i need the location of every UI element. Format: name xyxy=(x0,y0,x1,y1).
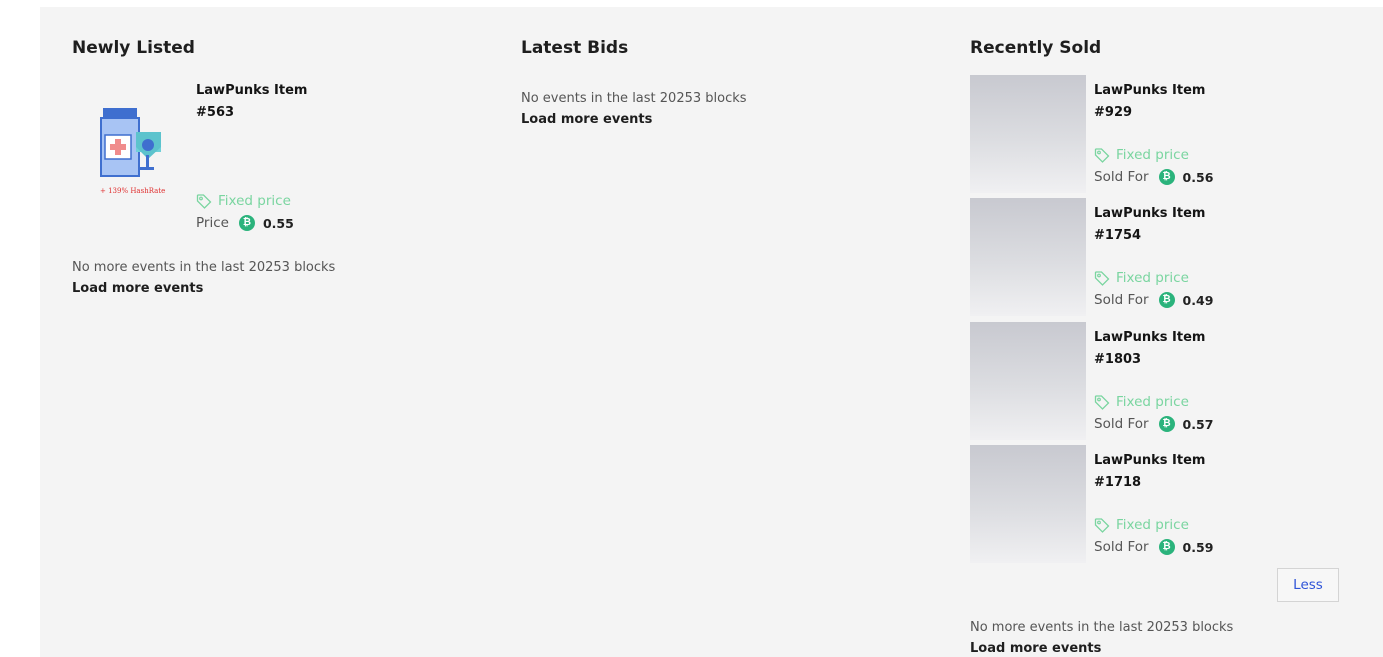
price-row: Price ₿ 0.55 xyxy=(196,215,294,231)
item-thumbnail[interactable]: + 139% HashRate xyxy=(72,75,188,195)
load-more-button[interactable]: Load more events xyxy=(970,641,1101,656)
item-name[interactable]: LawPunks Item #929 xyxy=(1094,80,1234,124)
image-caption: + 139% HashRate xyxy=(100,187,166,195)
price-type: Fixed price xyxy=(196,193,291,209)
tag-icon xyxy=(196,194,212,209)
item-name[interactable]: LawPunks Item #1718 xyxy=(1094,450,1234,494)
medicine-bottle-icon xyxy=(100,108,161,177)
price-row: Sold For ₿ 0.57 xyxy=(1094,416,1214,432)
bitcoin-icon: ₿ xyxy=(1158,416,1175,432)
events-note: No events in the last 20253 blocks xyxy=(521,91,747,106)
sold-card[interactable]: LawPunks Item #1803 Fixed price Sold For… xyxy=(970,322,1290,440)
price-type: Fixed price xyxy=(1094,517,1189,533)
activity-panel: Newly Listed + 139% HashRate LawPunks It… xyxy=(40,7,1383,657)
tag-icon xyxy=(1094,395,1110,410)
newly-listed-title: Newly Listed xyxy=(72,38,195,58)
tag-icon xyxy=(1094,148,1110,163)
price-type: Fixed price xyxy=(1094,270,1189,286)
events-note: No more events in the last 20253 blocks xyxy=(72,260,336,275)
sold-card[interactable]: LawPunks Item #1754 Fixed price Sold For… xyxy=(970,198,1290,316)
price-row: Sold For ₿ 0.59 xyxy=(1094,539,1214,555)
sold-card[interactable]: LawPunks Item #1718 Fixed price Sold For… xyxy=(970,445,1290,563)
price-type: Fixed price xyxy=(1094,394,1189,410)
bitcoin-icon: ₿ xyxy=(1158,539,1175,555)
price-row: Sold For ₿ 0.56 xyxy=(1094,169,1214,185)
price-row: Sold For ₿ 0.49 xyxy=(1094,292,1214,308)
item-name[interactable]: LawPunks Item #1803 xyxy=(1094,327,1234,371)
bitcoin-icon: ₿ xyxy=(238,215,255,231)
tag-icon xyxy=(1094,518,1110,533)
item-thumbnail[interactable] xyxy=(970,75,1086,193)
item-thumbnail[interactable] xyxy=(970,322,1086,440)
listing-card[interactable]: + 139% HashRate LawPunks Item #563 Fixed… xyxy=(72,75,392,231)
bitcoin-icon: ₿ xyxy=(1158,292,1175,308)
load-more-button[interactable]: Load more events xyxy=(521,112,652,127)
item-thumbnail[interactable] xyxy=(970,445,1086,563)
less-button[interactable]: Less xyxy=(1277,568,1339,602)
sold-card[interactable]: LawPunks Item #929 Fixed price Sold For … xyxy=(970,75,1290,193)
item-thumbnail[interactable] xyxy=(970,198,1086,316)
price-type: Fixed price xyxy=(1094,147,1189,163)
recently-sold-title: Recently Sold xyxy=(970,38,1102,58)
tag-icon xyxy=(1094,271,1110,286)
item-name[interactable]: LawPunks Item #1754 xyxy=(1094,203,1234,247)
latest-bids-title: Latest Bids xyxy=(521,38,629,58)
load-more-button[interactable]: Load more events xyxy=(72,281,203,296)
bitcoin-icon: ₿ xyxy=(1158,169,1175,185)
item-name[interactable]: LawPunks Item #563 xyxy=(196,80,336,124)
events-note: No more events in the last 20253 blocks xyxy=(970,620,1234,635)
